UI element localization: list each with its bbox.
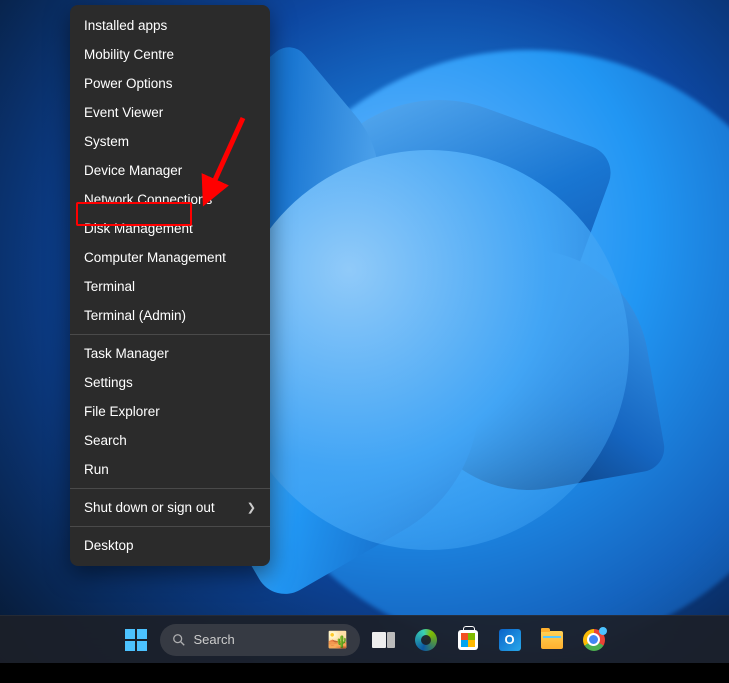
menu-item-power-options[interactable]: Power Options (70, 69, 270, 98)
menu-item-system[interactable]: System (70, 127, 270, 156)
menu-item-label: Disk Management (84, 221, 193, 236)
menu-item-disk-management[interactable]: Disk Management (70, 214, 270, 243)
chevron-right-icon: ❯ (247, 501, 256, 514)
task-view-icon (372, 632, 395, 648)
menu-item-run[interactable]: Run (70, 455, 270, 484)
menu-item-task-manager[interactable]: Task Manager (70, 339, 270, 368)
outlook-button[interactable]: O (492, 622, 528, 658)
menu-item-device-manager[interactable]: Device Manager (70, 156, 270, 185)
menu-item-label: File Explorer (84, 404, 160, 419)
menu-item-label: Run (84, 462, 109, 477)
chrome-icon (583, 629, 605, 651)
file-explorer-icon (541, 631, 563, 649)
menu-item-label: Installed apps (84, 18, 167, 33)
search-highlight-icon: 🏜️ (328, 630, 348, 650)
chrome-button[interactable] (576, 622, 612, 658)
menu-item-file-explorer[interactable]: File Explorer (70, 397, 270, 426)
menu-item-label: System (84, 134, 129, 149)
edge-icon (415, 629, 437, 651)
file-explorer-button[interactable] (534, 622, 570, 658)
menu-item-settings[interactable]: Settings (70, 368, 270, 397)
windows-logo-icon (125, 629, 147, 651)
menu-item-label: Terminal (84, 279, 135, 294)
menu-item-shut-down-or-sign-out[interactable]: Shut down or sign out ❯ (70, 493, 270, 522)
microsoft-store-button[interactable] (450, 622, 486, 658)
menu-item-label: Search (84, 433, 127, 448)
menu-separator (70, 334, 270, 335)
menu-item-network-connections[interactable]: Network Connections (70, 185, 270, 214)
menu-item-event-viewer[interactable]: Event Viewer (70, 98, 270, 127)
edge-button[interactable] (408, 622, 444, 658)
menu-item-computer-management[interactable]: Computer Management (70, 243, 270, 272)
task-view-button[interactable] (366, 622, 402, 658)
menu-separator (70, 526, 270, 527)
menu-item-label: Task Manager (84, 346, 169, 361)
menu-separator (70, 488, 270, 489)
menu-item-installed-apps[interactable]: Installed apps (70, 11, 270, 40)
menu-item-label: Network Connections (84, 192, 212, 207)
store-icon (458, 630, 478, 650)
menu-item-mobility-centre[interactable]: Mobility Centre (70, 40, 270, 69)
menu-item-label: Power Options (84, 76, 173, 91)
menu-item-label: Computer Management (84, 250, 226, 265)
menu-item-search[interactable]: Search (70, 426, 270, 455)
menu-item-desktop[interactable]: Desktop (70, 531, 270, 560)
taskbar: Search 🏜️ O (0, 615, 729, 663)
start-button[interactable] (118, 622, 154, 658)
menu-item-label: Mobility Centre (84, 47, 174, 62)
menu-item-label: Shut down or sign out (84, 500, 215, 515)
menu-item-label: Terminal (Admin) (84, 308, 186, 323)
winx-context-menu: Installed apps Mobility Centre Power Optio… (70, 5, 270, 566)
menu-item-terminal[interactable]: Terminal (70, 272, 270, 301)
menu-item-label: Event Viewer (84, 105, 163, 120)
search-placeholder: Search (194, 632, 235, 647)
menu-item-label: Desktop (84, 538, 134, 553)
menu-item-label: Settings (84, 375, 133, 390)
menu-item-label: Device Manager (84, 163, 182, 178)
bottom-border (0, 663, 729, 683)
outlook-icon: O (499, 629, 521, 651)
search-icon (172, 633, 186, 647)
taskbar-search[interactable]: Search 🏜️ (160, 624, 360, 656)
menu-item-terminal-admin[interactable]: Terminal (Admin) (70, 301, 270, 330)
